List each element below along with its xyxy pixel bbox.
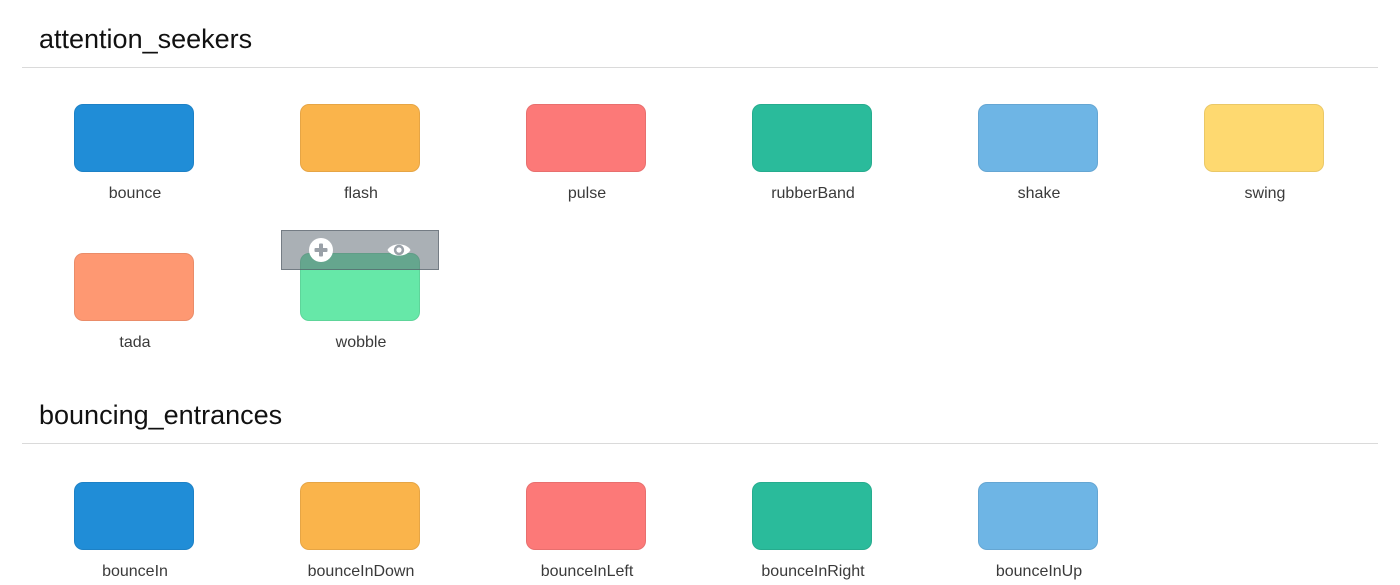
animation-swatch bbox=[74, 253, 194, 321]
animation-label: bounce bbox=[108, 185, 162, 202]
animation-swatch bbox=[300, 104, 420, 172]
animation-swatch bbox=[526, 482, 646, 550]
animation-label: flash bbox=[344, 185, 378, 202]
section-divider bbox=[22, 443, 1378, 444]
animation-label: shake bbox=[1017, 185, 1061, 202]
animation-label: tada bbox=[119, 334, 151, 351]
animation-label: bounceInUp bbox=[995, 563, 1083, 580]
animation-label: wobble bbox=[335, 334, 387, 351]
card-hover-toolbar bbox=[281, 230, 439, 270]
animation-card-bounceinup[interactable]: bounceInUp bbox=[926, 482, 1152, 585]
section-divider bbox=[22, 67, 1378, 68]
animation-label: bounceIn bbox=[102, 563, 168, 580]
animation-label: pulse bbox=[567, 185, 607, 202]
animation-label: bounceInLeft bbox=[540, 563, 634, 580]
animation-label: rubberBand bbox=[771, 185, 855, 202]
animation-card-bounceinleft[interactable]: bounceInLeft bbox=[474, 482, 700, 585]
animation-card-pulse[interactable]: pulse bbox=[474, 104, 700, 234]
animation-card-bouncein[interactable]: bounceIn bbox=[22, 482, 248, 585]
section-title-bouncing-entrances: bouncing_entrances bbox=[39, 400, 283, 430]
animation-swatch bbox=[752, 482, 872, 550]
animation-card-wobble[interactable]: wobble bbox=[248, 253, 474, 383]
animation-card-flash[interactable]: flash bbox=[248, 104, 474, 234]
animation-swatch bbox=[978, 482, 1098, 550]
animation-swatch bbox=[978, 104, 1098, 172]
animation-card-bounce[interactable]: bounce bbox=[22, 104, 248, 234]
animation-label: swing bbox=[1244, 185, 1286, 202]
section-title-attention-seekers: attention_seekers bbox=[39, 24, 253, 54]
animation-swatch bbox=[1204, 104, 1324, 172]
eye-icon[interactable] bbox=[386, 237, 412, 263]
animation-gallery: attention_seekers bounce flash pulse rub… bbox=[0, 0, 1400, 585]
animation-label: bounceInRight bbox=[761, 563, 865, 580]
animation-swatch bbox=[752, 104, 872, 172]
animation-swatch bbox=[526, 104, 646, 172]
animation-card-swing[interactable]: swing bbox=[1152, 104, 1378, 234]
animation-card-tada[interactable]: tada bbox=[22, 253, 248, 383]
animation-swatch bbox=[300, 482, 420, 550]
animation-card-bounceinright[interactable]: bounceInRight bbox=[700, 482, 926, 585]
animation-label: bounceInDown bbox=[307, 563, 415, 580]
plus-circle-icon[interactable] bbox=[308, 237, 334, 263]
animation-swatch bbox=[74, 104, 194, 172]
animation-swatch bbox=[74, 482, 194, 550]
animation-card-shake[interactable]: shake bbox=[926, 104, 1152, 234]
animation-card-bounceindown[interactable]: bounceInDown bbox=[248, 482, 474, 585]
animation-card-rubberband[interactable]: rubberBand bbox=[700, 104, 926, 234]
